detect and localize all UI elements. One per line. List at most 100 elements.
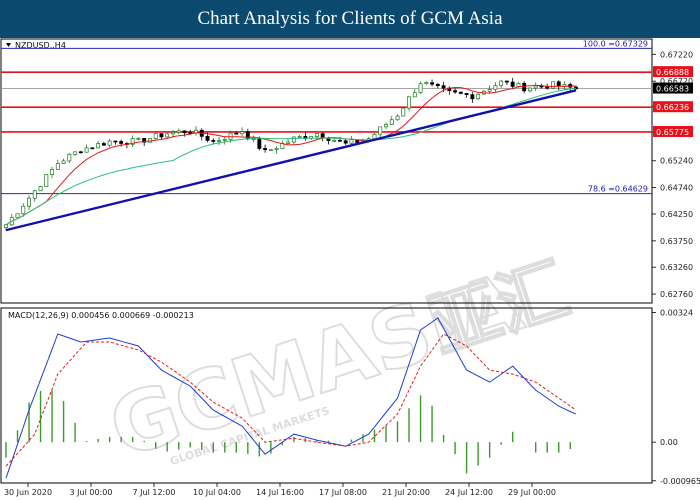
candle-body <box>205 136 210 141</box>
candle-body <box>73 151 78 155</box>
candle-body <box>527 87 532 92</box>
time-axis: 30 Jun 2020 3 Jul 00:00 7 Jul 12:00 10 Jul … <box>4 483 556 497</box>
candle-body <box>372 133 377 140</box>
candle-body <box>217 139 221 142</box>
candle-body <box>470 94 475 100</box>
candle-body <box>389 119 394 125</box>
candle-body <box>562 84 567 87</box>
candle-body <box>533 85 538 89</box>
candle-body <box>401 107 406 117</box>
candle-body <box>378 126 383 135</box>
candle-body <box>291 136 296 143</box>
candle-body <box>424 82 429 85</box>
candle-body <box>453 90 458 93</box>
candle-body <box>418 83 423 94</box>
chart-title-banner: Chart Analysis for Clients of GCM Asia <box>0 0 700 38</box>
candle-body <box>84 147 89 153</box>
candle-body <box>412 92 417 98</box>
candle-body <box>38 186 43 192</box>
price-tick-label: 0.63750 <box>660 237 693 246</box>
price-tick-label: 0.62760 <box>660 290 693 299</box>
candle-body <box>67 154 72 162</box>
price-tick-label: 0.65240 <box>660 157 693 166</box>
time-tick-label: 30 Jun 2020 <box>4 488 52 497</box>
candle-body <box>343 140 348 144</box>
candle-body <box>165 133 170 138</box>
candle-body <box>27 197 31 207</box>
price-tick-label: 0.67220 <box>660 50 693 59</box>
time-tick-label: 24 Jul 12:00 <box>445 488 493 497</box>
candle-body <box>90 147 95 150</box>
candle-body <box>516 82 521 87</box>
candle-body <box>286 141 291 144</box>
macd-label: MACD(12,26,9) 0.000456 0.000669 -0.00021… <box>8 311 194 320</box>
macd-tick-label: 0.00 <box>660 438 678 447</box>
candle-body <box>314 133 319 137</box>
candle-body <box>4 224 8 228</box>
candle-body <box>458 91 463 94</box>
candle-body <box>349 139 354 144</box>
fibo-label-100-0: 100.0 =0.67329 <box>583 39 648 48</box>
candle-body <box>171 131 175 135</box>
candle-body <box>21 205 26 215</box>
candle-body <box>107 140 112 146</box>
time-tick-label: 21 Jul 20:00 <box>382 488 430 497</box>
current-price-label: 0.66583 <box>656 85 689 94</box>
time-tick-label: 17 Jul 08:00 <box>319 488 367 497</box>
fibo-label-78-6: 78.6 =0.64629 <box>588 185 648 194</box>
candle-body <box>50 168 55 175</box>
candle-body <box>234 132 239 135</box>
macd-tick-label: -0.000965 <box>660 477 700 486</box>
level-tag-label-support-2: 0.65775 <box>656 128 689 137</box>
candle-body <box>297 136 302 138</box>
candle-body <box>504 80 509 83</box>
candle-body <box>487 89 492 92</box>
candle-body <box>493 85 498 90</box>
price-axis: 0.672200.667200.662500.657700.652400.647… <box>652 50 693 299</box>
candle-body <box>15 213 20 218</box>
candle-body <box>176 130 181 133</box>
price-tick-label: 0.63260 <box>660 263 693 272</box>
macd-axis: 0.00324 0.00 -0.000965 <box>652 308 700 486</box>
candle-body <box>211 140 216 142</box>
candle-body <box>101 143 106 146</box>
candle-body <box>499 80 504 86</box>
candle-body <box>464 93 469 96</box>
candle-body <box>441 85 446 89</box>
candle-body <box>78 151 83 154</box>
candle-body <box>159 133 164 138</box>
candle-body <box>268 149 273 151</box>
candle-body <box>119 141 124 144</box>
candle-body <box>182 130 187 134</box>
candle-body <box>430 82 435 85</box>
time-tick-label: 14 Jul 16:00 <box>256 488 304 497</box>
candle-body <box>153 133 158 139</box>
candle-body <box>337 139 342 142</box>
candle-body <box>194 129 198 134</box>
candle-body <box>476 93 481 100</box>
time-tick-label: 29 Jul 00:00 <box>508 488 556 497</box>
time-tick-label: 10 Jul 04:00 <box>193 488 241 497</box>
candle-body <box>136 138 141 140</box>
candle-body <box>240 131 245 135</box>
candle-body <box>257 138 262 149</box>
candle-body <box>522 82 527 92</box>
candle-body <box>61 160 66 164</box>
candle-body <box>435 83 440 87</box>
candle-body <box>556 81 561 87</box>
candle-body <box>263 148 268 151</box>
nzdusd-chart: GCMASIA 亚汇 GLOBAL CAPITAL MARKETS NZDUSD… <box>0 38 700 497</box>
candle-body <box>551 81 555 89</box>
candle-body <box>113 140 118 143</box>
candle-body <box>384 124 388 128</box>
candle-body <box>274 148 279 150</box>
price-tick-label: 0.64250 <box>660 210 693 219</box>
candle-body <box>96 143 101 149</box>
candle-body <box>510 81 515 87</box>
candle-body <box>32 190 37 199</box>
price-tick-label: 0.64740 <box>660 184 693 193</box>
candle-body <box>222 138 227 141</box>
macd-tick-label: 0.00324 <box>660 308 693 317</box>
candle-body <box>44 174 49 187</box>
candle-body <box>395 115 400 121</box>
